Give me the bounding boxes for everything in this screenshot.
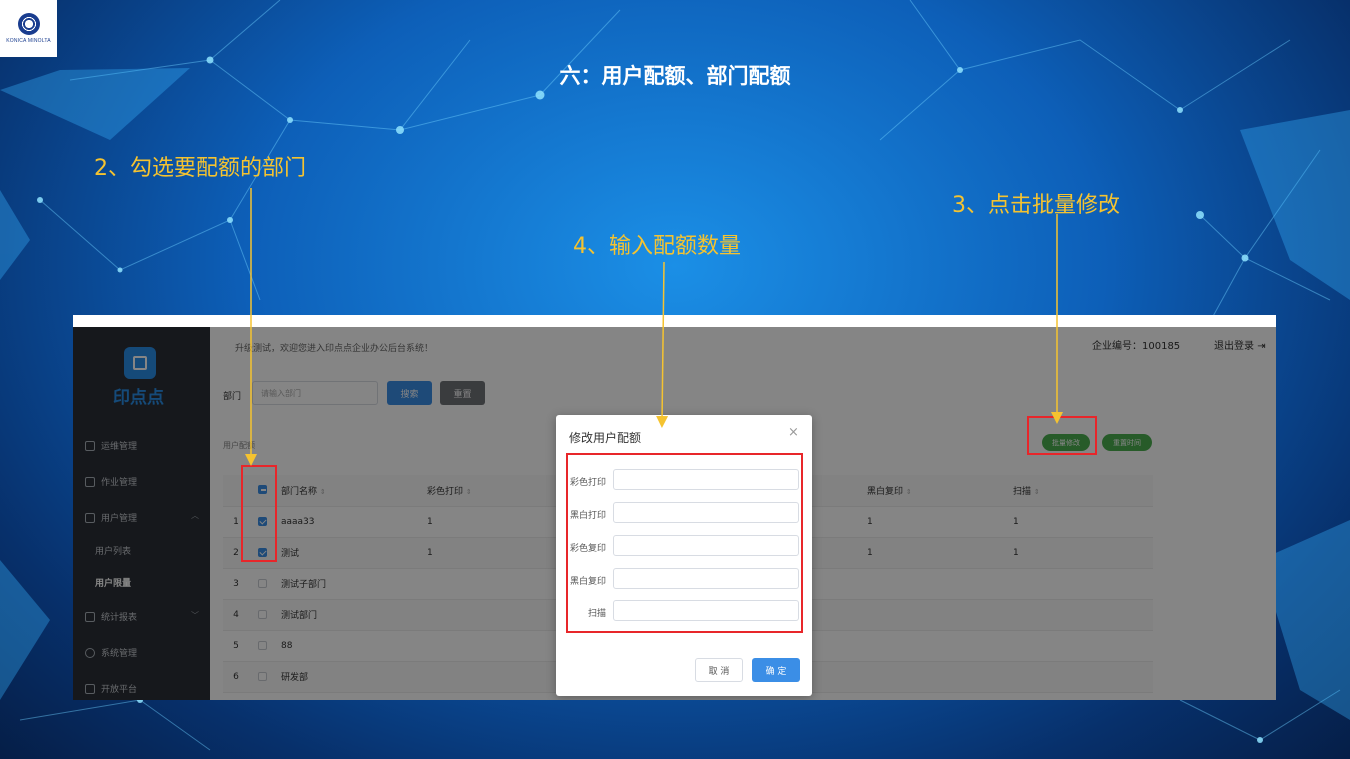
logo-text: KONICA MINOLTA — [6, 38, 51, 44]
logo-mark-icon — [17, 13, 40, 35]
confirm-button[interactable]: 确 定 — [752, 658, 800, 682]
modal-title: 修改用户配额 — [569, 431, 642, 445]
cancel-button[interactable]: 取 消 — [695, 658, 743, 682]
slide-title: 六：用户配额、部门配额 — [559, 64, 791, 88]
highlight-checkboxes — [241, 465, 277, 562]
annotation-step2: 2、勾选要配额的部门 — [94, 156, 306, 181]
annotation-step3: 3、点击批量修改 — [952, 193, 1120, 218]
konica-minolta-logo: KONICA MINOLTA — [0, 0, 57, 57]
highlight-quota-form — [566, 453, 803, 633]
highlight-batch-edit — [1027, 416, 1097, 455]
annotation-step4: 4、输入配额数量 — [573, 234, 741, 259]
close-icon[interactable]: × — [788, 425, 799, 440]
